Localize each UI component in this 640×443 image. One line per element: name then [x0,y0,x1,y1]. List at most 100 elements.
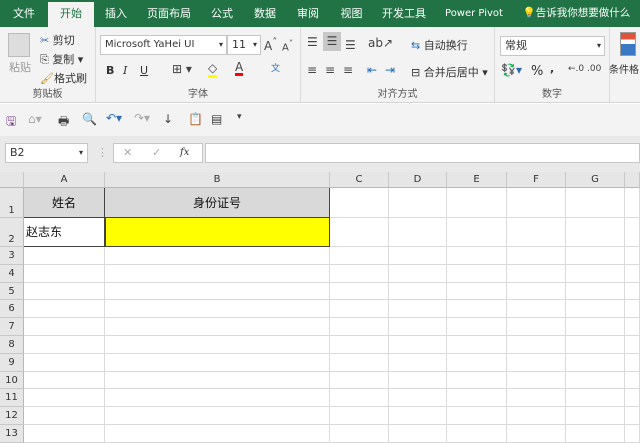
save-icon[interactable]: 🖫 [6,112,16,133]
conditional-format-button[interactable]: 条件格 [609,61,639,76]
row-header-2[interactable]: 2 [0,218,24,247]
font-size-select[interactable]: 11 ▾ [227,35,261,55]
cell[interactable] [389,407,447,425]
cell[interactable] [105,318,330,336]
row-header-13[interactable]: 13 [0,425,24,443]
cell[interactable] [625,218,640,247]
cell[interactable] [330,336,389,354]
undo-icon[interactable]: ↶▾ [106,111,122,125]
cell[interactable] [330,371,389,390]
print-preview-icon[interactable]: 🔍 [82,112,97,126]
column-header-f[interactable]: F [507,172,566,188]
paste-values-icon[interactable]: 📋 [188,112,203,126]
cell[interactable] [566,218,625,247]
underline-button[interactable]: U [140,64,148,77]
cell[interactable] [105,425,330,443]
cell[interactable] [105,407,330,425]
tab-page-layout[interactable]: 页面布局 [138,0,200,27]
align-middle-icon[interactable]: ☰ [323,32,341,51]
cell[interactable] [389,389,447,408]
align-left-icon[interactable]: ≡ [307,63,317,77]
cell[interactable] [447,336,507,354]
cell[interactable] [24,282,105,301]
cell-a1[interactable]: 姓名 [24,188,105,218]
align-bottom-icon[interactable]: ☰ [345,38,356,52]
cell[interactable] [566,425,625,443]
cut-button[interactable]: ✂ 剪切 [40,32,75,48]
cell[interactable] [625,353,640,372]
page-break-icon[interactable]: ▤ [211,112,222,126]
column-header-h[interactable] [625,172,640,188]
currency-icon[interactable]: 💱▾ [501,63,522,77]
cell[interactable] [24,371,105,390]
wrap-text-button[interactable]: ⇆ 自动换行 [411,37,468,53]
row-header-12[interactable]: 12 [0,407,24,425]
column-header-a[interactable]: A [24,172,105,188]
tell-me-search[interactable]: 💡告诉我你想要做什么 [513,0,640,27]
cell[interactable] [507,264,566,283]
cell[interactable] [389,353,447,372]
cell[interactable] [447,188,507,218]
cell[interactable] [389,425,447,443]
row-header-1[interactable]: 1 [0,188,24,218]
format-painter-button[interactable]: 🖌格式刷 [40,70,87,86]
cell[interactable] [105,282,330,301]
tab-power-pivot[interactable]: Power Pivot [435,0,513,27]
cell[interactable] [447,264,507,283]
column-header-c[interactable]: C [330,172,389,188]
number-format-select[interactable]: 常规 ▾ [500,36,605,56]
cell[interactable] [330,282,389,301]
cell[interactable] [507,407,566,425]
row-header-7[interactable]: 7 [0,318,24,336]
align-top-icon[interactable]: ☰ [307,35,318,49]
cell[interactable] [330,300,389,319]
cell[interactable] [507,389,566,408]
cell[interactable] [566,282,625,301]
cell[interactable] [625,336,640,354]
cell[interactable] [566,336,625,354]
tab-data[interactable]: 数据 [244,0,286,27]
tab-file[interactable]: 文件 [0,0,48,27]
cell[interactable] [507,247,566,265]
cell[interactable] [330,318,389,336]
cell[interactable] [625,264,640,283]
cell[interactable] [330,218,389,247]
touch-mode-icon[interactable]: ⌂▾ [28,112,42,126]
font-color-icon[interactable]: A [235,61,244,76]
paste-icon[interactable] [8,33,30,57]
cell[interactable] [566,247,625,265]
cell[interactable] [447,300,507,319]
cell[interactable] [105,389,330,408]
paste-button[interactable]: 粘贴 [9,59,31,75]
cell[interactable] [105,336,330,354]
row-header-8[interactable]: 8 [0,336,24,354]
cell[interactable] [330,425,389,443]
cell[interactable] [507,318,566,336]
cell[interactable] [566,300,625,319]
cell[interactable] [24,318,105,336]
cell[interactable] [389,371,447,390]
cell[interactable] [507,300,566,319]
cell[interactable] [566,318,625,336]
cell[interactable] [566,353,625,372]
cell[interactable] [24,336,105,354]
decrease-font-icon[interactable]: A˅ [282,38,293,53]
formula-input[interactable] [205,143,640,163]
cell[interactable] [566,389,625,408]
cell[interactable] [105,264,330,283]
cell[interactable] [105,371,330,390]
customize-qat-icon[interactable]: ▾ [237,112,242,122]
select-all-button[interactable] [0,172,24,188]
merge-center-button[interactable]: ⊟ 合并后居中 ▾ [411,64,488,80]
cell[interactable] [24,300,105,319]
cell[interactable] [447,247,507,265]
cell[interactable] [566,188,625,218]
cell[interactable] [507,218,566,247]
cell[interactable] [389,218,447,247]
fx-button[interactable]: fx [180,144,189,162]
print-icon[interactable]: 🖶 [58,112,69,133]
cell[interactable] [330,389,389,408]
cell[interactable] [507,336,566,354]
tab-home[interactable]: 开始 [48,2,94,27]
row-header-9[interactable]: 9 [0,353,24,372]
